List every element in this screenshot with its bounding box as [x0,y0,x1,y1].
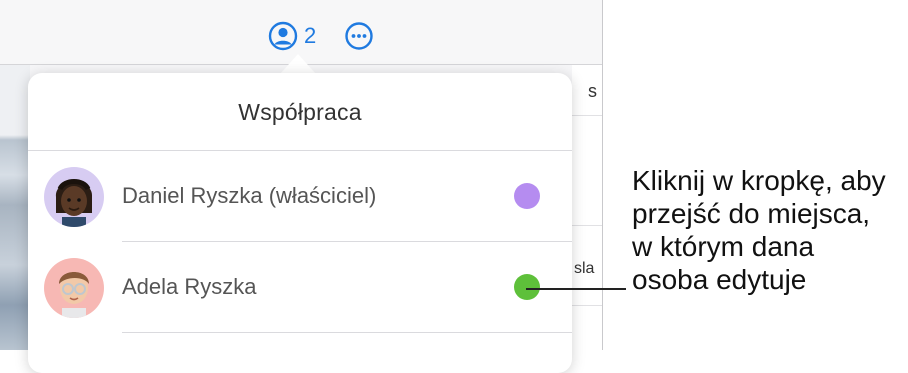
row-divider [122,241,572,242]
popover-title: Współpraca [238,99,362,125]
participant-row: Daniel Ryszka (właściciel) [28,152,572,242]
callout-line [526,288,626,290]
participant-name: Daniel Ryszka (właściciel) [122,183,377,208]
callout-text: Kliknij w kropkę, aby przejść do miejsca… [632,165,886,295]
title-divider [28,150,572,151]
popover-arrow [280,54,316,74]
grid-line [572,225,602,226]
participant-name: Adela Ryszka [122,274,257,299]
avatar [44,258,104,318]
grid-header-text: s [588,81,597,101]
collaboration-popover: Współpraca Daniel Ryszka (właściciel) Ad… [28,73,572,373]
row-divider [122,332,572,333]
collaboration-button[interactable]: 2 [268,21,316,51]
grid-line [572,115,602,116]
avatar [44,167,104,227]
participant-cursor-dot[interactable] [514,274,540,300]
participant-cursor-dot[interactable] [514,183,540,209]
document-content-left [0,65,30,350]
participant-row: Adela Ryszka [28,243,572,333]
grid-line [572,305,602,306]
person-circle-icon [268,21,298,51]
spreadsheet-grid: s sla [572,65,602,350]
more-options-button[interactable] [344,21,374,51]
grid-cell-text: sla [574,260,595,277]
ellipsis-circle-icon [344,21,374,51]
collaborator-count: 2 [304,23,317,48]
